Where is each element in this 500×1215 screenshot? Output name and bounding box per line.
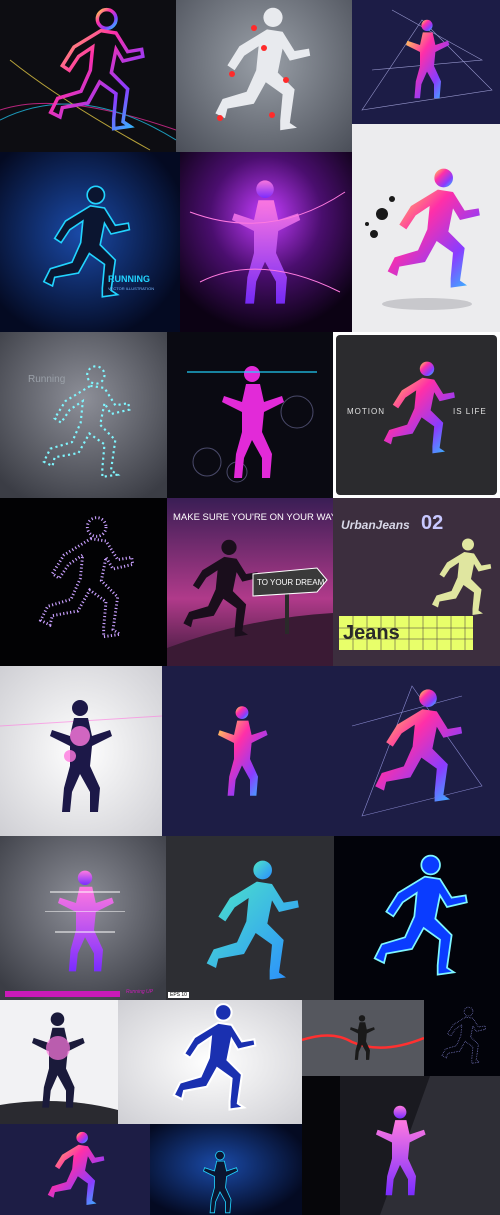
galaxy-runner-image bbox=[0, 666, 162, 836]
running-up-banner: Running UP bbox=[126, 989, 153, 995]
urban-jeans-brand: UrbanJeans bbox=[341, 518, 410, 532]
make-sure-headline: MAKE SURE YOU'RE ON YOUR WAY bbox=[173, 512, 333, 523]
pink-stripe-image bbox=[376, 1076, 500, 1215]
tile-urban-jeans: UrbanJeans 02 Jeans bbox=[333, 498, 500, 666]
tile-make-sure-dream: MAKE SURE YOU'RE ON YOUR WAY TO YOUR DRE… bbox=[167, 498, 333, 666]
tile-crouching-glow bbox=[150, 1124, 302, 1215]
eps-tag: EPS 10 bbox=[168, 992, 189, 998]
tile-arms-up-splash bbox=[0, 1000, 118, 1124]
glitch-runner-image bbox=[0, 836, 166, 1000]
tile-splash-runner-white bbox=[352, 124, 500, 332]
teal-runner-image bbox=[206, 860, 299, 980]
running-script-title: Running bbox=[28, 374, 66, 385]
white-runner-image bbox=[215, 7, 311, 131]
ribbon-runner-image bbox=[302, 1015, 424, 1060]
jeans-word: Jeans bbox=[343, 622, 400, 644]
to-your-dream-sign: TO YOUR DREAM bbox=[257, 578, 325, 587]
poly-runners-image bbox=[218, 685, 483, 817]
tile-pink-stripe-runner bbox=[340, 1076, 500, 1215]
tile-white-runner-red-joints bbox=[176, 0, 352, 152]
dot-runner-image bbox=[38, 515, 135, 639]
tile-purple-burst-runner bbox=[180, 152, 352, 332]
is-life-text: IS LIFE bbox=[453, 407, 487, 416]
purple-burst-image bbox=[180, 152, 352, 332]
tile-magenta-speed-runner bbox=[167, 332, 333, 498]
sprint-start-image bbox=[118, 1000, 302, 1124]
electric-runner-image bbox=[373, 854, 468, 976]
tile-teal-runner: EPS 10 bbox=[166, 836, 334, 1000]
tile-glitch-runner: Running UP bbox=[0, 836, 166, 1000]
tile-neon-line-runner bbox=[0, 0, 176, 152]
tile-glowing-blue-runner: RUNNING VECTOR ILLUSTRATION bbox=[0, 152, 180, 332]
tile-poly-runners-navy bbox=[162, 666, 500, 836]
tile-sprint-start bbox=[118, 1000, 302, 1124]
arms-up-image bbox=[0, 1012, 118, 1124]
tile-red-ribbon-runner bbox=[302, 1000, 424, 1076]
crouching-glow-image bbox=[150, 1124, 302, 1215]
neon-runner-image bbox=[0, 7, 176, 151]
tile-poly-runner-navy bbox=[352, 0, 500, 124]
poly-runner-image bbox=[361, 9, 493, 111]
tile-motion-is-life: MOTION IS LIFE bbox=[333, 332, 500, 498]
tile-small-particle-runner bbox=[424, 1000, 500, 1076]
magenta-runner-image bbox=[187, 366, 317, 483]
small-particle-image bbox=[441, 1006, 487, 1064]
jeans-number: 02 bbox=[421, 512, 444, 534]
poly-bottom-image bbox=[47, 1131, 105, 1205]
tile-particle-runner-grey: Running bbox=[0, 332, 167, 498]
motion-text: MOTION bbox=[347, 407, 385, 416]
blue-glow-image bbox=[0, 152, 180, 332]
tile-poly-runner-bottom bbox=[0, 1124, 150, 1215]
running-subtitle: VECTOR ILLUSTRATION bbox=[108, 286, 155, 291]
tile-galaxy-runner bbox=[0, 666, 162, 836]
splash-runner-image bbox=[365, 168, 480, 310]
running-title: RUNNING bbox=[108, 274, 150, 284]
tile-electric-blue-runner bbox=[334, 836, 500, 1000]
particle-runner-image bbox=[0, 332, 167, 498]
tile-dot-particle-runner bbox=[0, 498, 167, 666]
